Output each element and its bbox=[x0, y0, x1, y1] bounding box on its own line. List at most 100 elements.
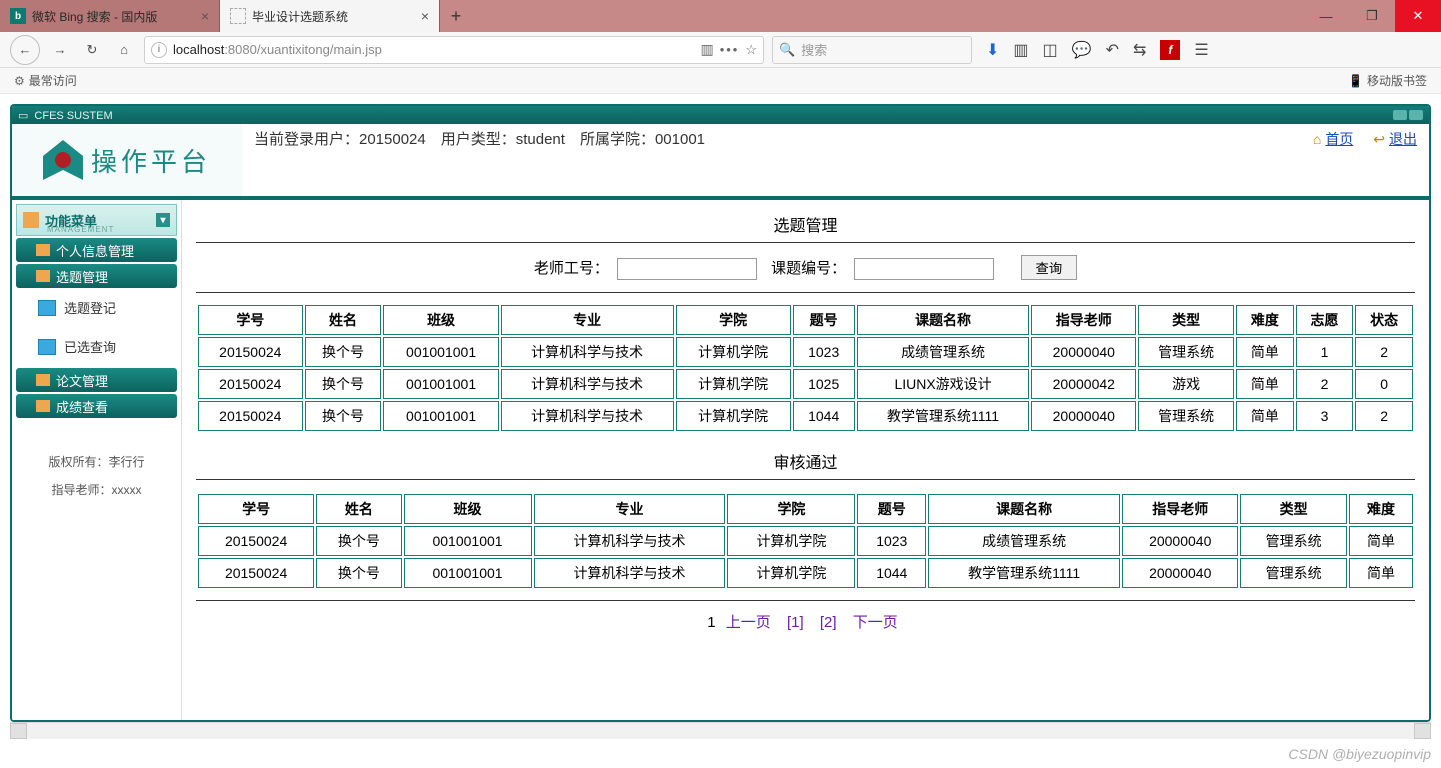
table-cell: 001001001 bbox=[404, 526, 532, 556]
col-header: 课题名称 bbox=[857, 305, 1030, 335]
platform-title: 操作平台 bbox=[91, 142, 211, 179]
mobile-bookmarks-link[interactable]: 📱移动版书签 bbox=[1348, 72, 1427, 89]
reload-button[interactable]: ↻ bbox=[80, 38, 104, 62]
share-icon[interactable]: ⇆ bbox=[1133, 40, 1146, 60]
table-cell: 1025 bbox=[793, 369, 855, 399]
search-input[interactable]: 🔍 搜索 bbox=[772, 36, 972, 64]
chat-icon[interactable]: 💬 bbox=[1072, 40, 1092, 60]
folder-icon bbox=[36, 374, 50, 386]
close-icon[interactable]: × bbox=[201, 8, 209, 24]
undo-icon[interactable]: ↶ bbox=[1106, 40, 1119, 60]
table-cell: 计算机学院 bbox=[676, 401, 791, 431]
site-info-icon[interactable]: i bbox=[151, 42, 167, 58]
table-cell: 20000040 bbox=[1122, 526, 1238, 556]
back-button[interactable]: ← bbox=[10, 35, 40, 65]
table-cell: 计算机科学与技术 bbox=[501, 369, 674, 399]
table-cell: 计算机科学与技术 bbox=[501, 401, 674, 431]
table-cell: 计算机学院 bbox=[727, 558, 855, 588]
app-frame: ▭CFES SUSTEM 操作平台 当前登录用户：20150024 用户类型：s… bbox=[10, 104, 1431, 722]
url-input[interactable]: i localhost:8080/xuantixitong/main.jsp ▥… bbox=[144, 36, 764, 64]
sidebar-icon[interactable]: ◫ bbox=[1043, 40, 1058, 60]
table-cell: 换个号 bbox=[316, 526, 401, 556]
library-icon[interactable]: ▥ bbox=[1013, 40, 1028, 60]
sidebar-item-label: 论文管理 bbox=[56, 371, 108, 390]
logout-link[interactable]: 退出 bbox=[1389, 131, 1417, 147]
sidebar-item-register[interactable]: 选题登记 bbox=[16, 288, 177, 327]
page-actions-icon[interactable]: ••• bbox=[720, 42, 740, 57]
topics-table: 学号姓名班级专业学院题号课题名称指导老师类型难度志愿状态20150024换个号0… bbox=[196, 303, 1415, 433]
downloads-icon[interactable]: ⬇ bbox=[986, 40, 999, 60]
most-visited-link[interactable]: 最常访问 bbox=[14, 72, 77, 89]
forward-button[interactable]: → bbox=[48, 38, 72, 62]
teacher-id-input[interactable] bbox=[617, 258, 757, 280]
folder-icon bbox=[36, 400, 50, 412]
scroll-right-icon[interactable] bbox=[1409, 110, 1423, 120]
sidebar-item-thesis[interactable]: 论文管理 bbox=[16, 368, 177, 392]
table-row: 20150024换个号001001001计算机科学与技术计算机学院1023成绩管… bbox=[198, 337, 1413, 367]
query-button[interactable]: 查询 bbox=[1021, 255, 1078, 280]
content: 选题管理 老师工号： 课题编号： 查询 学号姓名班级专业学院题号课题名称指导老师… bbox=[182, 200, 1429, 720]
table-cell: 计算机科学与技术 bbox=[534, 558, 726, 588]
doc-icon bbox=[38, 339, 56, 355]
login-info: 当前登录用户：20150024 用户类型：student 所属学院：001001 bbox=[254, 128, 705, 149]
col-header: 姓名 bbox=[305, 305, 382, 335]
home-icon: ⌂ bbox=[1313, 131, 1321, 147]
logo-glyph-icon bbox=[43, 140, 83, 180]
table-cell: 001001001 bbox=[383, 337, 498, 367]
flash-icon[interactable]: f bbox=[1160, 40, 1180, 60]
bookmark-star-icon[interactable]: ☆ bbox=[745, 42, 757, 58]
pager-page-2[interactable]: [2] bbox=[820, 614, 837, 631]
new-tab-button[interactable]: + bbox=[440, 0, 472, 32]
collapse-icon[interactable]: ▾ bbox=[156, 213, 170, 227]
table-cell: 20000042 bbox=[1031, 369, 1136, 399]
close-icon[interactable]: × bbox=[421, 8, 429, 24]
approved-table: 学号姓名班级专业学院题号课题名称指导老师类型难度20150024换个号00100… bbox=[196, 492, 1415, 590]
scroll-left-button[interactable] bbox=[10, 723, 27, 739]
qr-icon[interactable]: ▥ bbox=[700, 41, 713, 58]
scroll-left-icon[interactable] bbox=[1393, 110, 1407, 120]
table-cell: 20150024 bbox=[198, 526, 314, 556]
home-button[interactable]: ⌂ bbox=[112, 38, 136, 62]
table-cell: 001001001 bbox=[404, 558, 532, 588]
col-header: 班级 bbox=[404, 494, 532, 524]
col-header: 学院 bbox=[676, 305, 791, 335]
table-cell: 2 bbox=[1296, 369, 1354, 399]
scroll-track[interactable] bbox=[27, 723, 1414, 739]
pager-next[interactable]: 下一页 bbox=[853, 614, 898, 631]
sidebar-item-profile[interactable]: 个人信息管理 bbox=[16, 238, 177, 262]
sidebar: 功能菜单 MANAGEMENT ▾ 个人信息管理 选题管理 选题登记 已选查询 … bbox=[12, 200, 182, 720]
app-titlebar: ▭CFES SUSTEM bbox=[12, 106, 1429, 124]
minimize-button[interactable]: — bbox=[1303, 0, 1349, 32]
home-link[interactable]: 首页 bbox=[1325, 131, 1353, 147]
sidebar-item-selected-query[interactable]: 已选查询 bbox=[16, 327, 177, 366]
tab-app[interactable]: 毕业设计选题系统 × bbox=[220, 0, 440, 32]
search-row: 老师工号： 课题编号： 查询 bbox=[196, 255, 1415, 293]
tab-bing[interactable]: b 微软 Bing 搜索 - 国内版 × bbox=[0, 0, 220, 32]
sidebar-item-topic-mgmt[interactable]: 选题管理 bbox=[16, 264, 177, 288]
pager-page-1[interactable]: [1] bbox=[787, 614, 804, 631]
table-cell: 管理系统 bbox=[1240, 526, 1347, 556]
sidebar-item-label: 成绩查看 bbox=[56, 397, 108, 416]
menu-icon[interactable]: ☰ bbox=[1194, 40, 1208, 60]
scroll-right-button[interactable] bbox=[1414, 723, 1431, 739]
pager-prev[interactable]: 上一页 bbox=[726, 614, 771, 631]
logout-icon: ↩ bbox=[1373, 131, 1385, 147]
search-icon: 🔍 bbox=[779, 42, 795, 58]
horizontal-scrollbar[interactable] bbox=[10, 722, 1431, 739]
table-cell: 成绩管理系统 bbox=[928, 526, 1120, 556]
sidebar-item-grades[interactable]: 成绩查看 bbox=[16, 394, 177, 418]
table-row: 20150024换个号001001001计算机科学与技术计算机学院1025LIU… bbox=[198, 369, 1413, 399]
table-cell: 2 bbox=[1355, 337, 1413, 367]
bookmarks-bar: 最常访问 📱移动版书签 bbox=[0, 68, 1441, 94]
col-header: 难度 bbox=[1349, 494, 1413, 524]
table-cell: 20000040 bbox=[1031, 401, 1136, 431]
table-row: 20150024换个号001001001计算机科学与技术计算机学院1023成绩管… bbox=[198, 526, 1413, 556]
table-cell: 换个号 bbox=[305, 369, 382, 399]
sidebar-item-label: 选题登记 bbox=[64, 298, 116, 317]
window-close-button[interactable]: ✕ bbox=[1395, 0, 1441, 32]
table-cell: 1044 bbox=[857, 558, 926, 588]
col-header: 题号 bbox=[857, 494, 926, 524]
topic-id-input[interactable] bbox=[854, 258, 994, 280]
table-cell: 成绩管理系统 bbox=[857, 337, 1030, 367]
maximize-button[interactable]: ❐ bbox=[1349, 0, 1395, 32]
